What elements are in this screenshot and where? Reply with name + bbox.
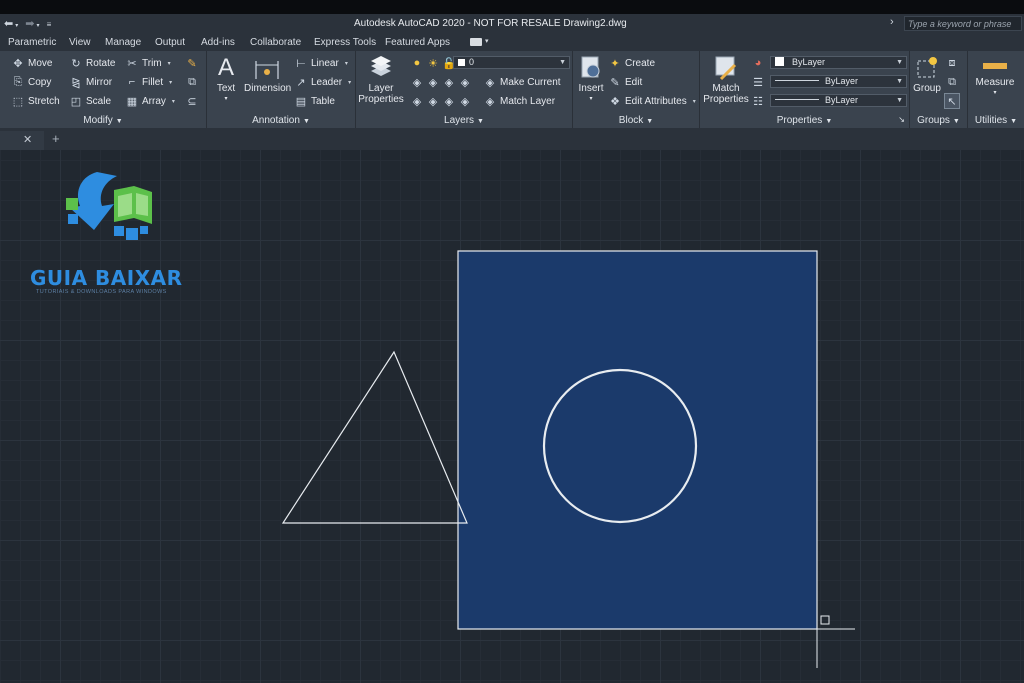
pickbox-icon	[820, 615, 830, 625]
watermark-logo: GUIA BAIXAR TUTORIAIS & DOWNLOADS PARA W…	[22, 168, 192, 300]
logo-tagline: TUTORIAIS & DOWNLOADS PARA WINDOWS	[36, 289, 167, 295]
selected-rectangle[interactable]	[457, 250, 818, 630]
logo-graphic	[66, 172, 152, 240]
logo-name: GUIA BAIXAR	[30, 266, 183, 290]
drawing-objects	[281, 250, 855, 668]
triangle-object[interactable]	[281, 350, 468, 524]
crosshair-cursor	[816, 615, 855, 668]
